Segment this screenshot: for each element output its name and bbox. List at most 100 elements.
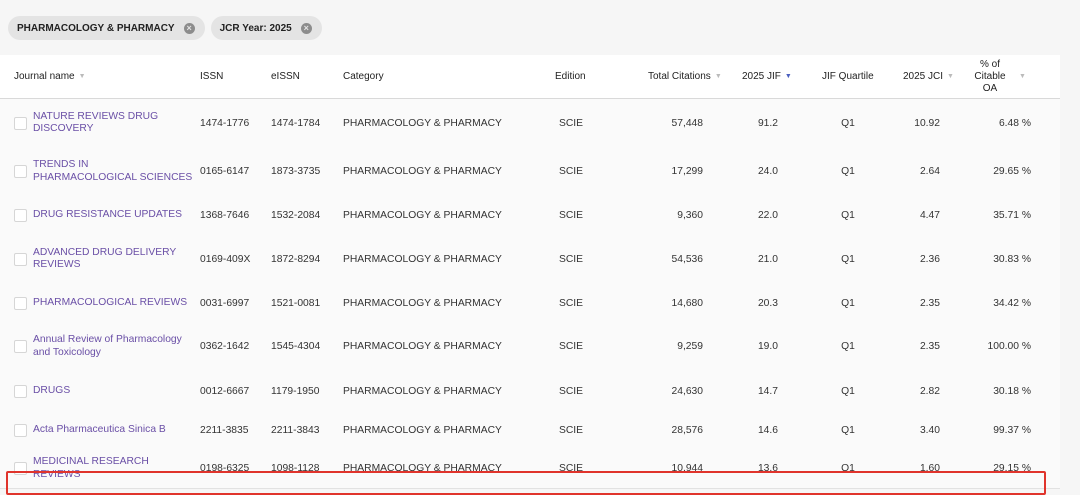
issn-cell: 1474-1776 bbox=[200, 117, 250, 129]
eissn-cell: 2211-3843 bbox=[271, 424, 320, 436]
table-row: NATURE REVIEWS DRUG DISCOVERY 1474-1776 14… bbox=[0, 99, 1060, 148]
total-citations-cell: 54,536 bbox=[640, 234, 704, 284]
row-checkbox[interactable] bbox=[14, 116, 27, 130]
jif-quartile-cell: Q1 bbox=[828, 196, 868, 234]
category-cell: PHARMACOLOGY & PHARMACY bbox=[343, 341, 502, 352]
category-cell: PHARMACOLOGY & PHARMACY bbox=[343, 371, 523, 411]
journal-name-cell: ADVANCED DRUG DELIVERY REVIEWS bbox=[33, 234, 193, 284]
jif-cell: 91.2 bbox=[757, 117, 778, 129]
row-checkbox[interactable] bbox=[14, 423, 27, 437]
sort-caret-icon: ▼ bbox=[78, 73, 86, 80]
citable-oa-cell: 100.00 % bbox=[987, 341, 1031, 352]
category-cell: PHARMACOLOGY & PHARMACY bbox=[343, 297, 502, 309]
jci-cell: 2.82 bbox=[919, 385, 940, 397]
total-citations-cell: 17,299 bbox=[671, 166, 704, 177]
citable-oa-cell: 29.65 % bbox=[965, 147, 1031, 196]
jci-cell: 3.40 bbox=[896, 411, 940, 449]
total-citations-cell: 24,630 bbox=[640, 371, 704, 411]
eissn-cell: 1474-1784 bbox=[271, 99, 336, 147]
citable-oa-cell: 35.71 % bbox=[993, 209, 1031, 221]
col-header-citable-oa[interactable]: % of Citable OA ▼ bbox=[970, 55, 1026, 98]
journal-name-link[interactable]: NATURE REVIEWS DRUG DISCOVERY bbox=[33, 111, 193, 136]
eissn-cell: 1521-0081 bbox=[271, 297, 321, 309]
close-circle-icon[interactable]: × bbox=[300, 22, 312, 34]
issn-cell: 1474-1776 bbox=[200, 99, 265, 147]
journal-name-cell: DRUGS bbox=[33, 371, 193, 411]
jci-cell: 10.92 bbox=[896, 99, 940, 147]
journal-name-link[interactable]: Annual Review of Pharmacology and Toxico… bbox=[33, 334, 193, 359]
journal-name-link[interactable]: DRUG RESISTANCE UPDATES bbox=[33, 209, 182, 222]
total-citations-cell: 9,360 bbox=[677, 209, 703, 221]
journal-name-link[interactable]: Acta Pharmaceutica Sinica B bbox=[33, 424, 166, 437]
journal-name-cell: DRUG RESISTANCE UPDATES bbox=[33, 196, 193, 234]
col-header-category[interactable]: Category bbox=[343, 55, 384, 98]
filter-chip[interactable]: PHARMACOLOGY & PHARMACY × bbox=[8, 16, 205, 40]
row-checkbox[interactable] bbox=[14, 340, 27, 353]
category-cell: PHARMACOLOGY & PHARMACY bbox=[343, 166, 502, 177]
eissn-cell: 1545-4304 bbox=[271, 341, 321, 352]
journal-table: Journal name ▼ ISSN eISSN Category Editi… bbox=[0, 55, 1060, 495]
row-checkbox[interactable] bbox=[14, 165, 27, 178]
edition-cell: SCIE bbox=[558, 297, 584, 309]
total-citations-cell: 57,448 bbox=[671, 117, 704, 129]
total-citations-cell: 9,360 bbox=[640, 196, 703, 234]
col-header-jif[interactable]: 2025 JIF ▼ bbox=[742, 55, 792, 98]
journal-name-link[interactable]: TRENDS IN PHARMACOLOGICAL SCIENCES bbox=[33, 159, 193, 184]
citable-oa-cell: 30.83 % bbox=[993, 253, 1031, 265]
citable-oa-cell: 99.37 % bbox=[993, 424, 1031, 436]
filter-chip[interactable]: JCR Year: 2025 × bbox=[210, 16, 322, 40]
jci-cell: 2.36 bbox=[919, 253, 940, 265]
table-row: Annual Review of Pharmacology and Toxico… bbox=[0, 322, 1060, 372]
eissn-cell: 1873-3735 bbox=[271, 166, 321, 177]
category-cell: PHARMACOLOGY & PHARMACY bbox=[343, 322, 523, 371]
journal-name-link[interactable]: DRUGS bbox=[33, 385, 70, 398]
close-circle-icon[interactable]: × bbox=[183, 22, 195, 34]
issn-cell: 0031-6997 bbox=[200, 284, 265, 322]
row-checkbox[interactable] bbox=[14, 252, 27, 266]
category-cell: PHARMACOLOGY & PHARMACY bbox=[343, 147, 523, 196]
issn-cell: 0165-6147 bbox=[200, 166, 250, 177]
col-header-issn[interactable]: ISSN bbox=[200, 55, 223, 98]
eissn-cell: 1872-8294 bbox=[271, 253, 321, 265]
edition-cell: SCIE bbox=[540, 196, 602, 234]
row-checkbox[interactable] bbox=[14, 384, 27, 398]
edition-cell: SCIE bbox=[558, 209, 584, 221]
jci-cell: 4.47 bbox=[896, 196, 940, 234]
col-header-journal-name[interactable]: Journal name ▼ bbox=[14, 55, 86, 98]
col-header-eissn[interactable]: eISSN bbox=[271, 55, 300, 98]
jif-cell: 22.0 bbox=[730, 196, 778, 234]
jif-quartile-cell: Q1 bbox=[828, 371, 868, 411]
jif-cell: 24.0 bbox=[730, 147, 778, 196]
total-citations-cell: 28,576 bbox=[671, 424, 704, 436]
col-header-edition[interactable]: Edition bbox=[555, 55, 586, 98]
edition-cell: SCIE bbox=[540, 322, 602, 371]
jif-cell: 20.3 bbox=[757, 297, 778, 309]
jif-cell: 20.3 bbox=[730, 284, 778, 322]
journal-name-cell: PHARMACOLOGICAL REVIEWS bbox=[33, 284, 193, 322]
eissn-cell: 1872-8294 bbox=[271, 234, 336, 284]
sort-active-caret-icon: ▼ bbox=[784, 73, 792, 80]
row-checkbox[interactable] bbox=[14, 208, 27, 222]
table-row: TRENDS IN PHARMACOLOGICAL SCIENCES 0165-6… bbox=[0, 147, 1060, 197]
jif-cell: 19.0 bbox=[730, 322, 778, 371]
citable-oa-cell: 34.42 % bbox=[993, 297, 1031, 309]
col-header-jci[interactable]: 2025 JCI ▼ bbox=[903, 55, 954, 98]
edition-cell: SCIE bbox=[558, 385, 584, 397]
jif-cell: 14.6 bbox=[730, 411, 778, 449]
jci-cell: 2.36 bbox=[896, 234, 940, 284]
filter-chips: PHARMACOLOGY & PHARMACY × JCR Year: 2025 × bbox=[8, 16, 322, 40]
journal-name-link[interactable]: PHARMACOLOGICAL REVIEWS bbox=[33, 297, 187, 310]
col-header-total-citations[interactable]: Total Citations ▼ bbox=[648, 55, 722, 98]
jif-quartile-cell: Q1 bbox=[828, 322, 868, 371]
row-checkbox[interactable] bbox=[14, 296, 27, 310]
issn-cell: 2211-3835 bbox=[200, 411, 265, 449]
total-citations-cell: 14,680 bbox=[671, 297, 704, 309]
col-header-jif-quartile[interactable]: JIF Quartile bbox=[822, 55, 874, 98]
edition-cell: SCIE bbox=[540, 147, 602, 196]
issn-cell: 2211-3835 bbox=[200, 424, 249, 436]
issn-cell: 0169-409X bbox=[200, 234, 265, 284]
jif-quartile-cell: Q1 bbox=[841, 297, 855, 309]
category-cell: PHARMACOLOGY & PHARMACY bbox=[343, 234, 523, 284]
citable-oa-cell: 6.48 % bbox=[998, 117, 1031, 129]
journal-name-link[interactable]: ADVANCED DRUG DELIVERY REVIEWS bbox=[33, 247, 193, 272]
